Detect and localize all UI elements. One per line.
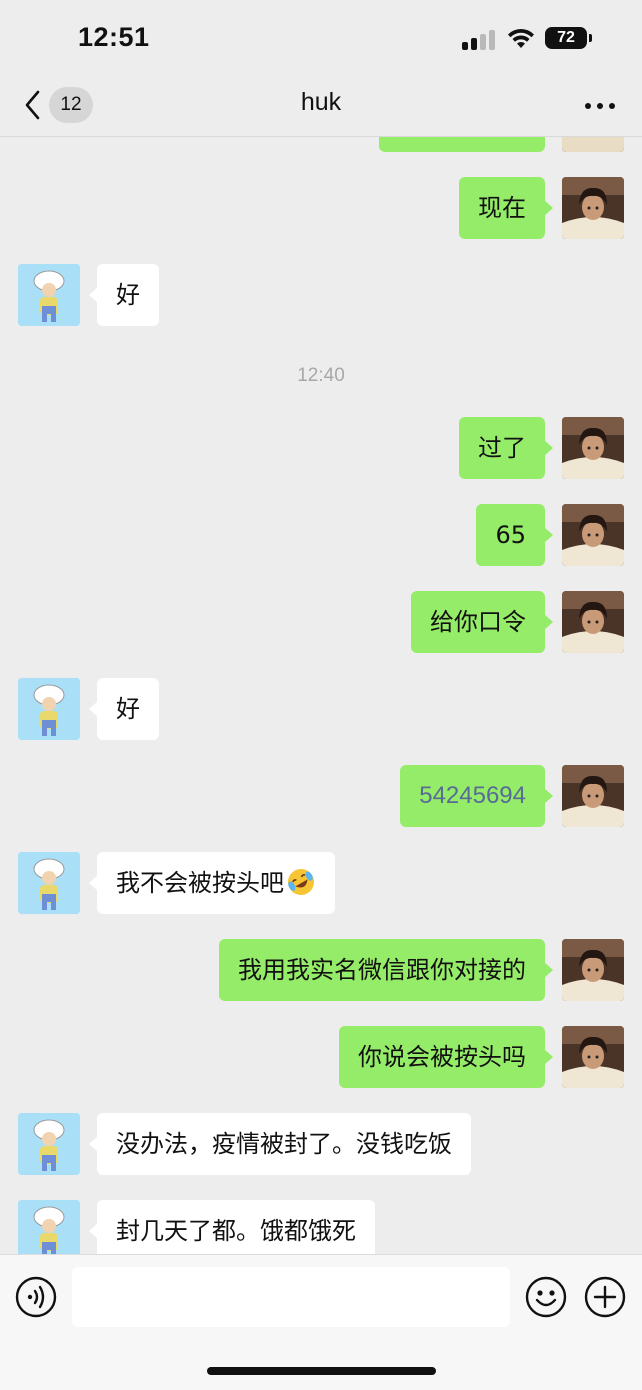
contact-avatar[interactable] [18, 1200, 80, 1254]
status-time: 12:51 [78, 22, 150, 52]
chat-title: huk [300, 88, 342, 116]
chat-header: 12 huk [0, 78, 642, 137]
message-row: 你说会被按头吗 [0, 1026, 642, 1088]
message-row [0, 137, 642, 152]
message-row: 给你口令 [0, 591, 642, 653]
message-bubble[interactable]: 封几天了都。饿都饿死 [89, 1200, 375, 1254]
message-bubble[interactable]: 你说会被按头吗 [339, 1026, 553, 1088]
message-bubble[interactable]: 我不会被按头吧 [89, 852, 335, 914]
battery-indicator: 72 [545, 27, 587, 49]
my-avatar[interactable] [562, 1026, 624, 1088]
message-bubble[interactable]: 好 [89, 264, 159, 326]
contact-avatar[interactable] [18, 852, 80, 914]
my-avatar[interactable] [562, 504, 624, 566]
back-chevron-icon[interactable] [20, 88, 46, 122]
message-row: 过了 [0, 417, 642, 479]
home-indicator [207, 1367, 436, 1375]
message-list[interactable]: 现在 好 12:40 过了 65 给你口令 好 54245694 我不会被按头吧… [0, 137, 642, 1254]
message-bubble[interactable]: 65 [476, 504, 553, 566]
message-text: 我不会被按头吧 [116, 869, 284, 897]
message-row: 54245694 [0, 765, 642, 827]
message-row: 65 [0, 504, 642, 566]
contact-avatar[interactable] [18, 678, 80, 740]
message-row: 我用我实名微信跟你对接的 [0, 939, 642, 1001]
wifi-icon [508, 28, 534, 48]
message-bubble[interactable]: 没办法，疫情被封了。没钱吃饭 [89, 1113, 471, 1175]
unread-count-badge[interactable]: 12 [49, 87, 93, 123]
message-bubble-number-link[interactable]: 54245694 [400, 765, 553, 827]
my-avatar[interactable] [562, 765, 624, 827]
my-avatar[interactable] [562, 417, 624, 479]
my-avatar[interactable] [562, 177, 624, 239]
message-row: 封几天了都。饿都饿死 [0, 1200, 642, 1254]
voice-icon[interactable] [15, 1276, 57, 1318]
message-bubble[interactable] [379, 137, 545, 152]
more-icon[interactable] [580, 92, 620, 120]
message-bubble[interactable]: 给你口令 [411, 591, 553, 653]
message-bubble[interactable]: 好 [89, 678, 159, 740]
rolling-laughing-emoji-icon [288, 869, 314, 895]
my-avatar[interactable] [562, 939, 624, 1001]
my-avatar[interactable] [562, 591, 624, 653]
message-bubble[interactable]: 我用我实名微信跟你对接的 [219, 939, 553, 1001]
contact-avatar[interactable] [18, 264, 80, 326]
cellular-signal-icon [462, 28, 496, 50]
message-row: 好 [0, 264, 642, 326]
message-row: 我不会被按头吧 [0, 852, 642, 914]
emoji-icon[interactable] [525, 1276, 567, 1318]
message-row: 现在 [0, 177, 642, 239]
message-row: 没办法，疫情被封了。没钱吃饭 [0, 1113, 642, 1175]
my-avatar[interactable] [562, 137, 624, 152]
status-bar: 12:51 72 [0, 0, 642, 78]
message-bubble[interactable]: 现在 [459, 177, 553, 239]
battery-tip [589, 34, 592, 42]
message-row: 好 [0, 678, 642, 740]
contact-avatar[interactable] [18, 1113, 80, 1175]
message-input[interactable] [72, 1267, 510, 1327]
plus-icon[interactable] [584, 1276, 626, 1318]
timestamp: 12:40 [297, 365, 345, 386]
message-bubble[interactable]: 过了 [459, 417, 553, 479]
